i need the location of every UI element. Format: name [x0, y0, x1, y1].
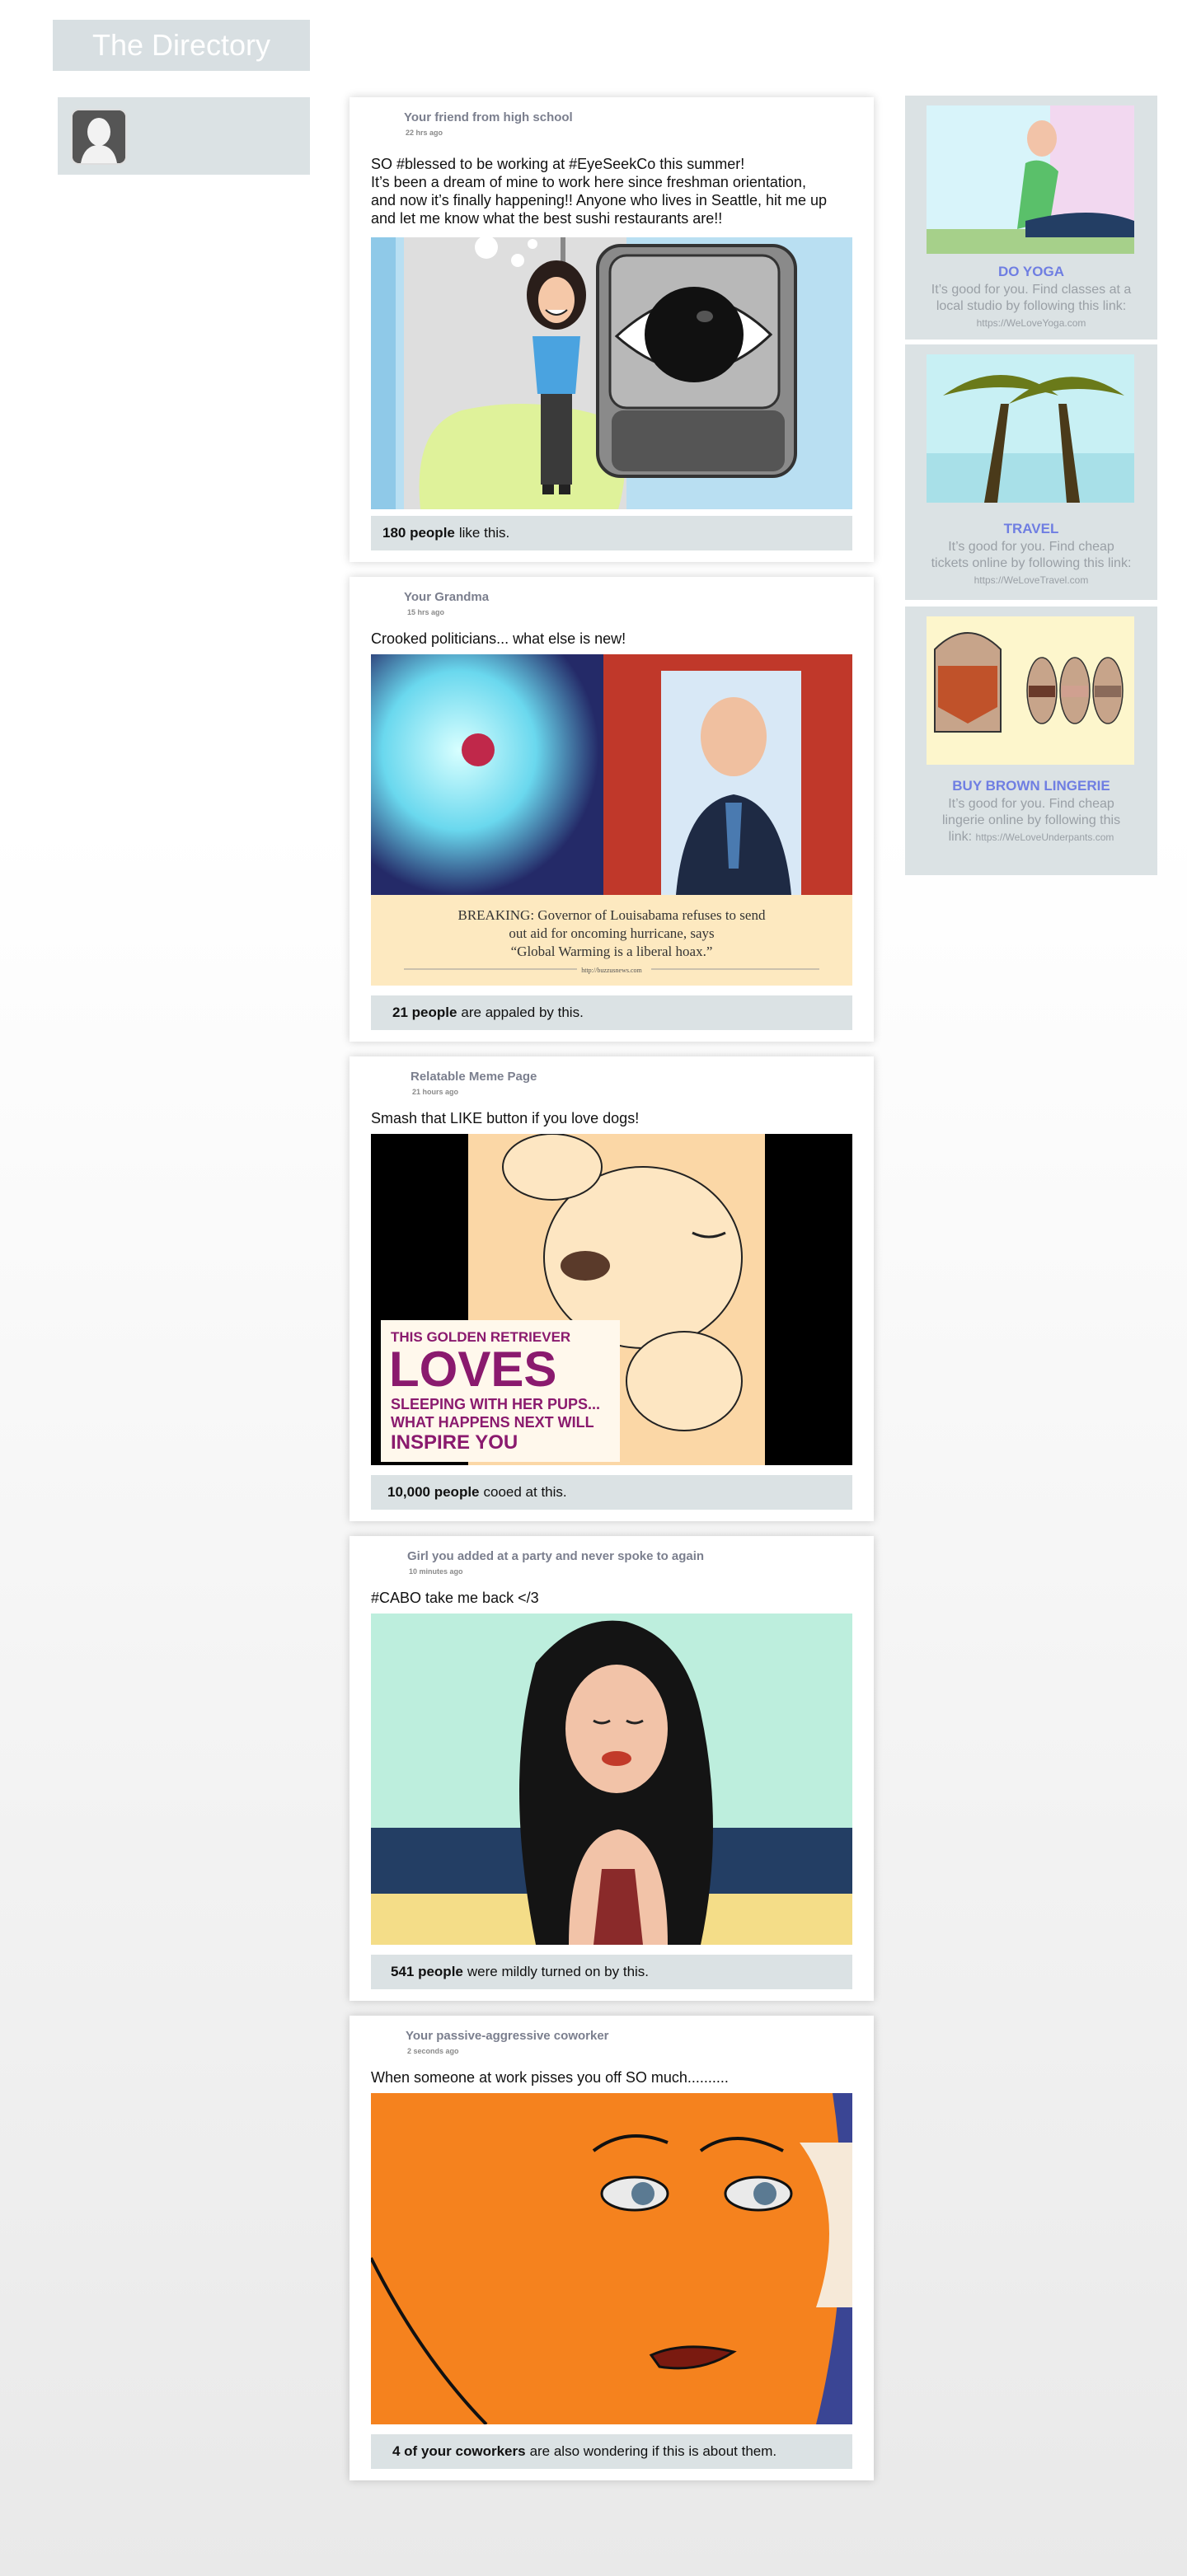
reaction-count[interactable]: 541 people	[391, 1964, 463, 1980]
ad-link[interactable]: https://WeLoveYoga.com	[977, 317, 1086, 329]
post-text: SO #blessed to be working at #EyeSeekCo …	[371, 156, 828, 227]
post-card: Relatable Meme Page 21 hours ago Smash t…	[350, 1056, 874, 1521]
post-author[interactable]: Your passive-aggressive coworker	[406, 2029, 609, 2043]
reaction-bar[interactable]: 21 people are appaled by this.	[371, 995, 852, 1030]
ad-body: It’s good for you. Find cheap lingerie o…	[930, 796, 1133, 845]
reaction-count[interactable]: 4 of your coworkers	[392, 2443, 526, 2460]
ad-card[interactable]: BUY BROWN LINGERIE It’s good for you. Fi…	[905, 607, 1157, 875]
ad-title[interactable]: TRAVEL	[905, 521, 1157, 537]
ad-body-text: It’s good for you. Find cheap tickets on…	[931, 540, 1132, 570]
meme-line-3: SLEEPING WITH HER PUPS...	[391, 1396, 600, 1412]
reaction-bar[interactable]: 4 of your coworkers are also wondering i…	[371, 2434, 852, 2469]
ad-card[interactable]: DO YOGA It’s good for you. Find classes …	[905, 96, 1157, 340]
ad-image[interactable]	[927, 616, 1134, 765]
yoga-illustration	[927, 105, 1134, 254]
meme-line-2: LOVES	[389, 1342, 556, 1397]
ad-title[interactable]: BUY BROWN LINGERIE	[905, 778, 1157, 794]
post-author[interactable]: Girl you added at a party and never spok…	[407, 1549, 704, 1563]
dogs-meme-illustration: THIS GOLDEN RETRIEVER LOVES SLEEPING WIT…	[371, 1134, 852, 1465]
reaction-count[interactable]: 10,000 people	[387, 1484, 480, 1501]
meme-line-4: WHAT HAPPENS NEXT WILL	[391, 1414, 594, 1431]
post-card: Your Grandma 15 hrs ago Crooked politici…	[350, 577, 874, 1042]
office-eye-illustration	[371, 237, 852, 509]
post-card: Your passive-aggressive coworker 2 secon…	[350, 2016, 874, 2480]
news-article-illustration: BREAKING: Governor of Louisabama refuses…	[371, 654, 852, 986]
post-text: When someone at work pisses you off SO m…	[371, 2069, 729, 2086]
ad-body-text: It’s good for you. Find classes at a loc…	[931, 283, 1132, 313]
post-text: Crooked politicians... what else is new!	[371, 630, 626, 647]
post-image[interactable]	[371, 1614, 852, 1945]
reaction-text: like this.	[458, 525, 510, 541]
reaction-count[interactable]: 180 people	[382, 525, 455, 541]
reaction-text: cooed at this.	[483, 1484, 567, 1500]
headline-line-1: BREAKING: Governor of Louisabama refuses…	[458, 907, 766, 923]
post-image[interactable]	[371, 2093, 852, 2424]
ad-card[interactable]: TRAVEL It’s good for you. Find cheap tic…	[905, 344, 1157, 600]
post-author[interactable]: Your friend from high school	[404, 110, 573, 124]
palm-trees-illustration	[927, 354, 1134, 503]
post-timestamp: 22 hrs ago	[406, 129, 443, 137]
post-image[interactable]: BREAKING: Governor of Louisabama refuses…	[371, 654, 852, 986]
post-text: Smash that LIKE button if you love dogs!	[371, 1110, 640, 1126]
ad-body: It’s good for you. Find cheap tickets on…	[930, 539, 1133, 588]
post-timestamp: 15 hrs ago	[407, 608, 445, 616]
post-timestamp: 21 hours ago	[412, 1088, 459, 1096]
ad-link[interactable]: https://WeLoveUnderpants.com	[976, 831, 1114, 843]
headline-line-3: “Global Warming is a liberal hoax.”	[511, 944, 713, 959]
person-silhouette-icon	[73, 110, 125, 163]
app-logo[interactable]: The Directory	[53, 20, 310, 71]
ad-title[interactable]: DO YOGA	[905, 264, 1157, 280]
reaction-text: are also wondering if this is about them…	[529, 2443, 777, 2459]
reaction-bar[interactable]: 180 people like this.	[371, 516, 852, 550]
profile-card[interactable]	[58, 97, 310, 175]
meme-line-5: INSPIRE YOU	[391, 1431, 518, 1454]
post-card: Your friend from high school 22 hrs ago …	[350, 97, 874, 562]
beach-selfie-illustration	[371, 1614, 852, 1945]
reaction-bar[interactable]: 541 people were mildly turned on by this…	[371, 1955, 852, 1989]
reaction-bar[interactable]: 10,000 people cooed at this.	[371, 1475, 852, 1510]
ad-body: It’s good for you. Find classes at a loc…	[930, 282, 1133, 331]
post-image[interactable]	[371, 237, 852, 509]
angry-face-illustration	[371, 2093, 852, 2424]
ad-image[interactable]	[927, 354, 1134, 503]
reaction-text: are appaled by this.	[461, 1005, 584, 1020]
post-image[interactable]: THIS GOLDEN RETRIEVER LOVES SLEEPING WIT…	[371, 1134, 852, 1465]
reaction-count[interactable]: 21 people	[392, 1005, 457, 1021]
post-text: #CABO take me back </3	[371, 1590, 539, 1606]
reaction-text: were mildly turned on by this.	[467, 1964, 650, 1979]
post-author[interactable]: Your Grandma	[404, 590, 489, 604]
ad-image[interactable]	[927, 105, 1134, 254]
post-timestamp: 2 seconds ago	[407, 2047, 459, 2055]
headline-line-2: out aid for oncoming hurricane, says	[509, 925, 714, 941]
lingerie-illustration	[927, 616, 1134, 765]
post-author[interactable]: Relatable Meme Page	[411, 1070, 537, 1084]
post-timestamp: 10 minutes ago	[409, 1567, 463, 1576]
ad-link[interactable]: https://WeLoveTravel.com	[974, 574, 1089, 586]
user-avatar[interactable]	[71, 109, 127, 165]
headline-source: http://buzzusnews.com	[581, 967, 642, 974]
post-card: Girl you added at a party and never spok…	[350, 1536, 874, 2001]
